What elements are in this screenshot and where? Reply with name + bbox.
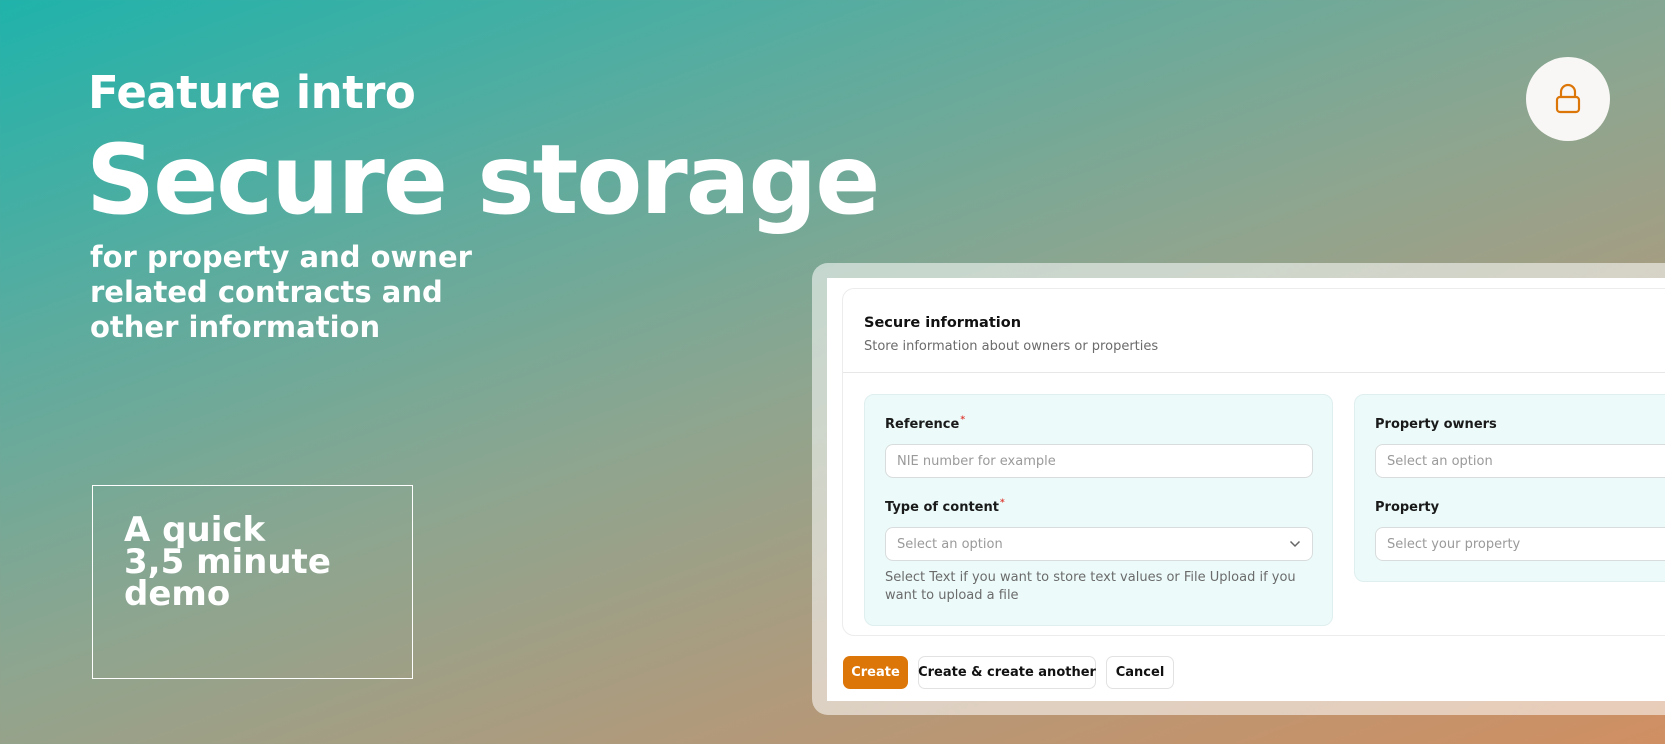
reference-label-text: Reference (885, 417, 960, 432)
card-description: Store information about owners or proper… (864, 339, 1159, 354)
property-placeholder: Select your property (1387, 536, 1521, 552)
property-owners-select[interactable]: Select an option (1375, 444, 1665, 478)
required-marker: * (960, 415, 966, 425)
type-of-content-label-text: Type of content (885, 500, 999, 515)
hero-title: Secure storage (86, 124, 880, 236)
card-divider (843, 372, 1665, 373)
property-select[interactable]: Select your property (1375, 527, 1665, 561)
type-of-content-placeholder: Select an option (897, 536, 1003, 552)
reference-placeholder: NIE number for example (897, 453, 1056, 469)
app-mockup-screen: Secure information Store information abo… (827, 278, 1665, 701)
secure-information-card: Secure information Store information abo… (842, 288, 1665, 636)
reference-label: Reference* (885, 415, 966, 432)
lock-icon (1555, 83, 1581, 114)
hero-eyebrow: Feature intro (88, 66, 416, 119)
create-another-button[interactable]: Create & create another (918, 656, 1096, 689)
required-marker: * (999, 498, 1005, 508)
type-of-content-label: Type of content* (885, 498, 1005, 515)
lock-badge (1526, 57, 1610, 141)
hero-subtitle: for property and owner related contracts… (90, 240, 472, 344)
content-section: Reference* NIE number for example Type o… (864, 394, 1333, 626)
cancel-button[interactable]: Cancel (1106, 656, 1174, 689)
card-title: Secure information (864, 315, 1022, 331)
property-owners-label: Property owners (1375, 417, 1497, 432)
chevron-down-icon (1289, 540, 1301, 548)
property-owners-placeholder: Select an option (1387, 453, 1493, 469)
type-of-content-select[interactable]: Select an option (885, 527, 1313, 561)
create-button[interactable]: Create (843, 656, 908, 689)
demo-line: demo (124, 574, 231, 614)
demo-callout-box: A quick 3,5 minute demo (92, 485, 413, 679)
reference-input[interactable]: NIE number for example (885, 444, 1313, 478)
property-label: Property (1375, 500, 1440, 515)
relations-section: Property owners Select an option Propert… (1354, 394, 1665, 582)
type-of-content-help: Select Text if you want to store text va… (885, 570, 1296, 603)
